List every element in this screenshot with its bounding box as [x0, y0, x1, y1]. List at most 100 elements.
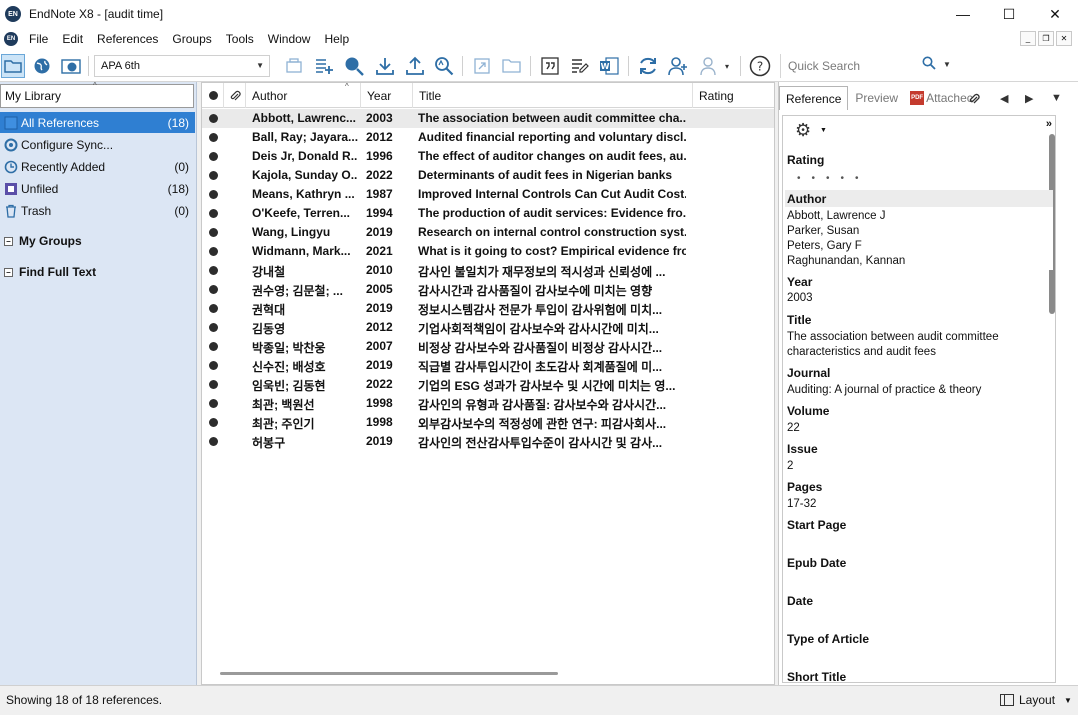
layout-button[interactable]: Layout ▼ — [1000, 689, 1074, 711]
unread-dot-icon[interactable] — [209, 133, 218, 142]
table-row[interactable]: Abbott, Lawrenc... 2003 The association be… — [202, 109, 774, 128]
unread-dot-icon[interactable] — [209, 114, 218, 123]
table-row[interactable]: 권혁대 2019 정보시스템감사 전문가 투입이 감사위험에 미치... — [202, 299, 774, 318]
insert-citation-icon[interactable] — [538, 54, 562, 78]
table-row[interactable]: Widmann, Mark... 2021 What is it going to … — [202, 242, 774, 261]
import-icon[interactable] — [373, 54, 397, 78]
unread-dot-icon[interactable] — [209, 342, 218, 351]
author-value[interactable]: Abbott, Lawrence J — [787, 210, 885, 222]
table-row[interactable]: O'Keefe, Terren... 1994 The production of … — [202, 204, 774, 223]
table-row[interactable]: 강내철 2010 감사인 불일치가 재무정보의 적시성과 신뢰성에 ... — [202, 261, 774, 280]
chevron-down-icon[interactable]: ▾ — [720, 54, 734, 78]
table-row[interactable]: 최관; 주인기 1998 외부감사보수의 적정성에 관한 연구: 피감사회사... — [202, 413, 774, 432]
table-row[interactable]: 박종일; 박찬웅 2007 비정상 감사보수와 감사품질이 비정상 감사시간... — [202, 337, 774, 356]
format-bibliography-icon[interactable] — [568, 54, 592, 78]
local-library-mode-icon[interactable] — [1, 54, 25, 78]
document-menu-icon[interactable]: EN — [4, 32, 18, 46]
unread-dot-icon[interactable] — [209, 304, 218, 313]
table-row[interactable]: 최관; 백원선 1998 감사인의 유형과 감사품질: 감사보수와 감사시간... — [202, 394, 774, 413]
unread-dot-icon[interactable] — [209, 209, 218, 218]
export-icon[interactable] — [403, 54, 427, 78]
menu-window[interactable]: Window — [261, 32, 318, 46]
table-row[interactable]: Ball, Ray; Jayara... 2012 Audited financia… — [202, 128, 774, 147]
find-full-text-icon[interactable] — [432, 54, 456, 78]
unread-dot-icon[interactable] — [209, 399, 218, 408]
word-return-icon[interactable]: W — [597, 54, 621, 78]
author-value[interactable]: Raghunandan, Kannan — [787, 255, 905, 267]
maximize-button[interactable]: ☐ — [986, 0, 1032, 28]
paperclip-icon[interactable] — [967, 92, 981, 109]
pages-value[interactable]: 17-32 — [787, 498, 816, 510]
gear-icon[interactable]: ⚙ — [795, 120, 811, 141]
collapse-icon[interactable]: – — [4, 267, 13, 277]
new-reference-icon[interactable] — [312, 54, 336, 78]
collapse-icon[interactable]: – — [4, 236, 13, 246]
unread-dot-icon[interactable] — [209, 266, 218, 275]
help-icon[interactable]: ? — [748, 54, 772, 78]
table-row[interactable]: Deis Jr, Donald R... 1996 The effect of au… — [202, 147, 774, 166]
previous-tab-icon[interactable]: ◀ — [1000, 92, 1008, 105]
mdi-close-button[interactable]: ✕ — [1056, 31, 1072, 46]
menu-edit[interactable]: Edit — [55, 32, 90, 46]
unread-dot-icon[interactable] — [209, 228, 218, 237]
table-row[interactable]: Wang, Lingyu 2019 Research on internal con… — [202, 223, 774, 242]
tab-reference[interactable]: Reference — [779, 86, 849, 110]
rating-stars[interactable]: ••••• — [797, 173, 870, 184]
close-button[interactable]: ✕ — [1032, 0, 1078, 28]
my-groups-section[interactable]: – My Groups — [4, 234, 82, 248]
integrated-library-mode-icon[interactable] — [59, 54, 83, 78]
table-row[interactable]: 임욱빈; 김동현 2022 기업의 ESG 성과가 감사보수 및 시간에 미치는 영… — [202, 375, 774, 394]
volume-value[interactable]: 22 — [787, 422, 800, 434]
table-row[interactable]: Means, Kathryn ... 1987 Improved Internal … — [202, 185, 774, 204]
online-search-mode-icon[interactable] — [30, 54, 54, 78]
horizontal-scrollbar[interactable] — [220, 672, 558, 675]
mdi-restore-button[interactable]: ❐ — [1038, 31, 1054, 46]
mdi-minimize-button[interactable]: _ — [1020, 31, 1036, 46]
group-unfiled[interactable]: Unfiled (18) — [0, 178, 195, 199]
expand-panel-icon[interactable]: » — [1046, 118, 1052, 130]
menu-references[interactable]: References — [90, 32, 165, 46]
attachment-column-header[interactable] — [224, 83, 246, 108]
rating-column-header[interactable]: Rating — [693, 83, 774, 108]
tab-preview[interactable]: Preview — [848, 86, 905, 110]
library-activity-icon[interactable] — [698, 54, 722, 78]
find-full-text-section[interactable]: – Find Full Text — [4, 265, 96, 279]
group-trash[interactable]: Trash (0) — [0, 200, 195, 221]
unread-dot-icon[interactable] — [209, 437, 218, 446]
unread-dot-icon[interactable] — [209, 285, 218, 294]
chevron-down-icon[interactable]: ▼ — [820, 127, 827, 134]
year-column-header[interactable]: Year — [361, 83, 413, 108]
menu-help[interactable]: Help — [317, 32, 356, 46]
title-value-line1[interactable]: The association between audit committee — [787, 331, 999, 343]
my-library-header[interactable]: My Library ^ — [0, 81, 194, 108]
group-all-references[interactable]: All References (18) — [0, 112, 195, 133]
table-row[interactable]: Kajola, Sunday O... 2022 Determinants of a… — [202, 166, 774, 185]
journal-value[interactable]: Auditing: A journal of practice & theory — [787, 384, 981, 396]
group-configure-sync[interactable]: Configure Sync... — [0, 134, 195, 155]
title-value-line2[interactable]: characteristics and audit fees — [787, 346, 936, 358]
author-value[interactable]: Parker, Susan — [787, 225, 859, 237]
minimize-button[interactable]: — — [940, 0, 986, 28]
unread-dot-icon[interactable] — [209, 190, 218, 199]
sync-icon[interactable] — [636, 54, 660, 78]
table-row[interactable]: 허봉구 2019 감사인의 전산감사투입수준이 감사시간 및 감사... — [202, 432, 774, 451]
next-tab-icon[interactable]: ▶ — [1025, 92, 1033, 105]
menu-groups[interactable]: Groups — [165, 32, 218, 46]
read-status-column-header[interactable] — [202, 83, 224, 108]
unread-dot-icon[interactable] — [209, 247, 218, 256]
unread-dot-icon[interactable] — [209, 361, 218, 370]
unread-dot-icon[interactable] — [209, 171, 218, 180]
new-group-icon[interactable] — [282, 54, 306, 78]
search-options-dropdown-icon[interactable]: ▼ — [943, 60, 951, 69]
unread-dot-icon[interactable] — [209, 380, 218, 389]
issue-value[interactable]: 2 — [787, 460, 793, 472]
open-file-icon[interactable] — [500, 54, 524, 78]
table-row[interactable]: 김동영 2012 기업사회적책임이 감사보수와 감사시간에 미치... — [202, 318, 774, 337]
tab-menu-icon[interactable]: ▼ — [1051, 92, 1062, 104]
open-link-icon[interactable] — [470, 54, 494, 78]
share-library-icon[interactable] — [666, 54, 690, 78]
menu-file[interactable]: File — [22, 32, 55, 46]
unread-dot-icon[interactable] — [209, 152, 218, 161]
author-column-header[interactable]: Author ^ — [246, 82, 361, 108]
output-style-select[interactable]: APA 6th ▼ — [94, 55, 270, 77]
